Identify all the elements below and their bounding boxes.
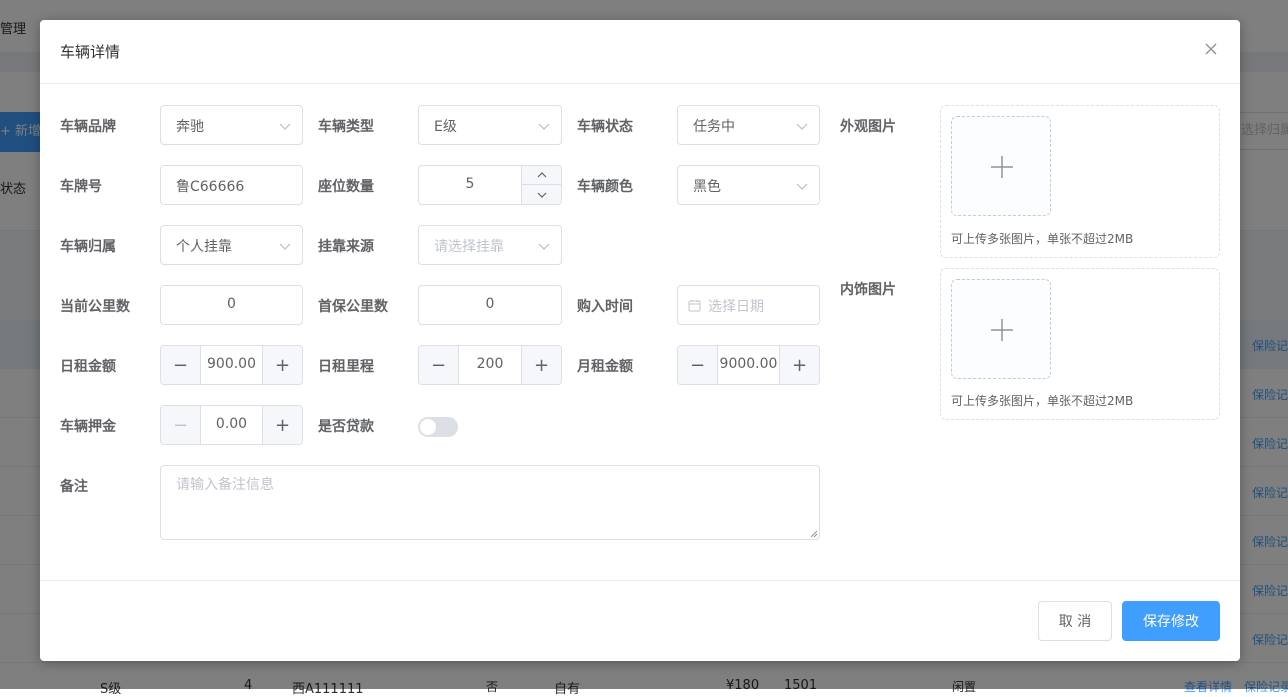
- color-label: 车辆颜色: [577, 179, 633, 195]
- chevron-down-icon: [538, 243, 550, 250]
- daily-mileage-stepper[interactable]: − 200 +: [418, 345, 562, 385]
- loan-switch[interactable]: [418, 417, 458, 437]
- decrease-button[interactable]: −: [161, 406, 201, 444]
- deposit-label: 车辆押金: [60, 419, 116, 435]
- status-label: 车辆状态: [577, 119, 633, 135]
- status-select[interactable]: 任务中: [677, 105, 820, 145]
- interior-upload-panel: 可上传多张图片，单张不超过2MB: [940, 268, 1220, 420]
- calendar-icon: [688, 300, 701, 312]
- type-label: 车辆类型: [318, 119, 374, 135]
- interior-image-label: 内饰图片: [840, 282, 896, 298]
- color-value: 黑色: [693, 179, 721, 195]
- interior-upload-tip: 可上传多张图片，单张不超过2MB: [951, 394, 1134, 408]
- daily-mileage-label: 日租里程: [318, 359, 374, 375]
- exterior-upload-panel: 可上传多张图片，单张不超过2MB: [940, 105, 1220, 258]
- plus-icon: [991, 319, 1013, 341]
- switch-knob: [420, 419, 436, 435]
- source-placeholder: 请选择挂靠: [434, 239, 504, 255]
- exterior-image-label: 外观图片: [840, 119, 896, 135]
- dialog-footer: 取 消 保存修改: [40, 580, 1240, 661]
- source-select[interactable]: 请选择挂靠: [418, 225, 562, 265]
- current-mileage-value: 0: [227, 296, 236, 312]
- status-value: 任务中: [693, 119, 735, 135]
- type-select[interactable]: E级: [418, 105, 562, 145]
- close-icon[interactable]: [1202, 40, 1220, 58]
- vehicle-detail-dialog: 车辆详情 车辆品牌 奔驰 车辆类型 E级 车辆状态 任务中 车牌号 鲁C6666…: [40, 20, 1240, 661]
- seats-value: 5: [465, 176, 475, 192]
- decrease-button[interactable]: [521, 185, 561, 204]
- brand-select[interactable]: 奔驰: [160, 105, 303, 145]
- daily-rent-stepper[interactable]: − 900.00 +: [160, 345, 303, 385]
- deposit-value: 0.00: [215, 416, 248, 432]
- deposit-stepper[interactable]: − 0.00 +: [160, 405, 303, 445]
- purchase-date-placeholder: 选择日期: [708, 299, 764, 315]
- chevron-down-icon: [279, 243, 291, 250]
- purchase-date-label: 购入时间: [577, 299, 633, 315]
- cancel-button[interactable]: 取 消: [1038, 601, 1112, 641]
- interior-upload-button[interactable]: [951, 279, 1051, 379]
- purchase-date-picker[interactable]: 选择日期: [677, 285, 820, 325]
- increase-button[interactable]: +: [262, 406, 302, 444]
- remark-label: 备注: [60, 479, 88, 495]
- chevron-down-icon: [537, 192, 546, 198]
- save-changes-button[interactable]: 保存修改: [1122, 601, 1220, 641]
- monthly-rent-value: 9000.00: [719, 356, 778, 372]
- chevron-down-icon: [796, 183, 808, 190]
- plate-input[interactable]: 鲁C66666: [160, 165, 303, 205]
- chevron-down-icon: [279, 123, 291, 130]
- warranty-mileage-input[interactable]: 0: [418, 285, 562, 325]
- dialog-header: 车辆详情: [40, 20, 1240, 84]
- decrease-button[interactable]: −: [419, 346, 459, 384]
- exterior-upload-tip: 可上传多张图片，单张不超过2MB: [951, 232, 1134, 246]
- ownership-label: 车辆归属: [60, 239, 116, 255]
- exterior-upload-button[interactable]: [951, 116, 1051, 216]
- brand-value: 奔驰: [176, 119, 204, 135]
- dialog-title: 车辆详情: [60, 43, 121, 61]
- resize-handle-icon[interactable]: [810, 530, 818, 538]
- chevron-up-icon: [537, 172, 546, 178]
- daily-rent-value: 900.00: [207, 356, 256, 372]
- plate-value: 鲁C66666: [176, 179, 245, 195]
- increase-button[interactable]: +: [779, 346, 819, 384]
- source-label: 挂靠来源: [318, 239, 374, 255]
- chevron-down-icon: [538, 123, 550, 130]
- type-value: E级: [434, 119, 457, 135]
- remark-textarea[interactable]: 请输入备注信息: [160, 465, 820, 540]
- monthly-rent-label: 月租金额: [577, 359, 633, 375]
- decrease-button[interactable]: −: [161, 346, 201, 384]
- increase-button[interactable]: +: [262, 346, 302, 384]
- brand-label: 车辆品牌: [60, 119, 116, 135]
- daily-rent-label: 日租金额: [60, 359, 116, 375]
- color-select[interactable]: 黑色: [677, 165, 820, 205]
- current-mileage-label: 当前公里数: [60, 299, 130, 315]
- daily-mileage-value: 200: [476, 356, 504, 372]
- plate-label: 车牌号: [60, 179, 102, 195]
- loan-label: 是否贷款: [318, 419, 374, 435]
- decrease-button[interactable]: −: [678, 346, 718, 384]
- increase-button[interactable]: [521, 166, 561, 185]
- seats-label: 座位数量: [318, 179, 374, 195]
- plus-icon: [991, 156, 1013, 178]
- warranty-mileage-value: 0: [485, 296, 495, 312]
- seats-stepper[interactable]: 5: [418, 165, 562, 205]
- warranty-mileage-label: 首保公里数: [318, 299, 388, 315]
- chevron-down-icon: [796, 123, 808, 130]
- increase-button[interactable]: +: [521, 346, 561, 384]
- current-mileage-input[interactable]: 0: [160, 285, 303, 325]
- ownership-value: 个人挂靠: [176, 239, 232, 255]
- monthly-rent-stepper[interactable]: − 9000.00 +: [677, 345, 820, 385]
- remark-placeholder: 请输入备注信息: [176, 477, 274, 493]
- ownership-select[interactable]: 个人挂靠: [160, 225, 303, 265]
